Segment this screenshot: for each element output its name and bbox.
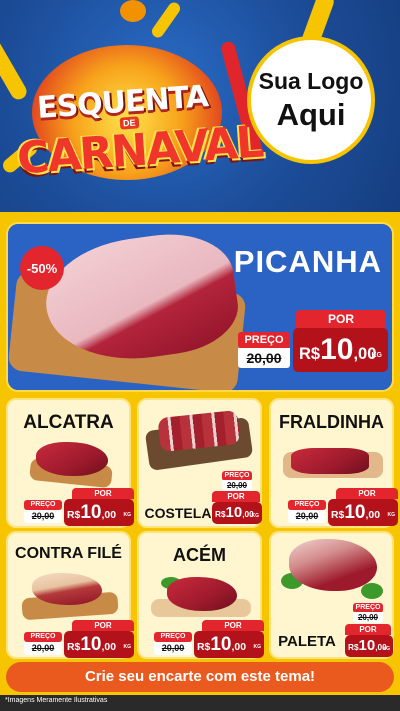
product-name: COSTELA <box>144 505 212 521</box>
preco-label: PREÇO <box>288 500 326 510</box>
por-label: POR <box>202 620 264 631</box>
header-banner: ESQUENTA DE CARNAVAL Sua Logo Aqui <box>0 0 400 212</box>
por-label: POR <box>345 624 391 635</box>
new-price: R$10,00 KG <box>64 499 134 526</box>
currency: R$ <box>215 510 226 519</box>
featured-price-tag: POR PREÇO 20,00 R$10,00 KG <box>238 310 388 376</box>
currency: R$ <box>197 642 211 653</box>
new-price: R$10,00 KG <box>212 502 262 524</box>
old-price: 20,00 <box>154 642 192 655</box>
price-integer: 10 <box>344 502 366 523</box>
new-price: R$10,00 KG <box>194 631 264 658</box>
new-price: R$10,00 KG <box>328 499 398 526</box>
price-tag-acem: POR PREÇO 20,00 R$10,00 KG <box>154 620 274 660</box>
preco-label: PREÇO <box>24 632 62 642</box>
product-name: ACÉM <box>173 545 226 565</box>
discount-badge: -50% <box>20 246 64 290</box>
product-name: CONTRA FILÉ <box>15 545 122 562</box>
price-integer: 10 <box>320 333 354 366</box>
herbs-garnish <box>361 583 383 599</box>
product-name: PALETA <box>278 633 336 650</box>
new-price: R$10,00 KG <box>293 328 388 372</box>
price-tag-costela: POR PREÇO 20,00 R$10,00 KG <box>212 471 264 524</box>
price-integer: 10 <box>210 634 232 655</box>
old-price: 20,00 <box>353 612 383 623</box>
por-label: POR <box>336 488 398 499</box>
preco-label: PREÇO <box>238 332 290 348</box>
por-label: POR <box>212 491 260 502</box>
currency: R$ <box>67 642 81 653</box>
unit-label: KG <box>387 512 396 518</box>
price-cents: ,00 <box>231 642 246 653</box>
currency: R$ <box>299 345 321 363</box>
preco-label: PREÇO <box>154 632 192 642</box>
price-integer: 10 <box>80 634 102 655</box>
unit-label: KG <box>251 513 260 519</box>
paleta-image <box>289 539 377 591</box>
logo-text-line-2: Aqui <box>276 96 346 132</box>
price-cents: ,00 <box>101 510 116 521</box>
featured-product-name: PICANHA <box>233 244 382 279</box>
new-price: R$10,00 KG <box>64 631 134 658</box>
old-price: 20,00 <box>24 642 62 655</box>
create-flyer-button[interactable]: Crie seu encarte com este tema! <box>6 662 394 692</box>
old-price: 20,00 <box>222 480 252 491</box>
old-price: 20,00 <box>24 510 62 523</box>
unit-label: KG <box>123 512 132 518</box>
unit-label: KG <box>371 352 383 359</box>
price-integer: 10 <box>80 502 102 523</box>
por-label: POR <box>296 310 386 328</box>
fraldinha-image <box>291 448 369 474</box>
store-logo-placeholder: Sua Logo Aqui <box>247 36 375 164</box>
alcatra-image <box>36 442 108 476</box>
event-title-logo: ESQUENTA DE CARNAVAL <box>12 45 264 184</box>
new-price: R$10,00 KG <box>345 635 393 657</box>
logo-text-line-1: Sua Logo <box>258 67 364 94</box>
price-cents: ,00 <box>365 510 380 521</box>
unit-label: KG <box>123 644 132 650</box>
confetti-decoration <box>120 0 146 22</box>
product-name: ALCATRA <box>23 412 114 433</box>
product-name: FRALDINHA <box>279 412 384 432</box>
old-price: 20,00 <box>238 348 290 368</box>
old-price: 20,00 <box>288 510 326 523</box>
price-cents: ,00 <box>101 642 116 653</box>
contra-file-image <box>32 573 102 605</box>
image-disclaimer: *Imagens Meramente Ilustrativas <box>5 697 108 704</box>
price-integer: 10 <box>225 504 243 521</box>
acem-image <box>167 577 237 611</box>
preco-label: PREÇO <box>24 500 62 510</box>
unit-label: KG <box>382 646 391 652</box>
price-tag-alcatra: POR PREÇO 20,00 R$10,00 KG <box>24 488 144 528</box>
price-tag-contra-file: POR PREÇO 20,00 R$10,00 KG <box>24 620 144 660</box>
currency: R$ <box>348 643 359 652</box>
currency: R$ <box>331 510 345 521</box>
currency: R$ <box>67 510 81 521</box>
price-tag-paleta: PREÇO 20,00 POR R$10,00 KG <box>345 603 393 657</box>
por-label: POR <box>72 620 134 631</box>
price-integer: 10 <box>358 637 376 654</box>
streamer-decoration <box>149 0 183 40</box>
por-label: POR <box>72 488 134 499</box>
unit-label: KG <box>253 644 262 650</box>
price-tag-fraldinha: POR PREÇO 20,00 R$10,00 KG <box>288 488 400 528</box>
